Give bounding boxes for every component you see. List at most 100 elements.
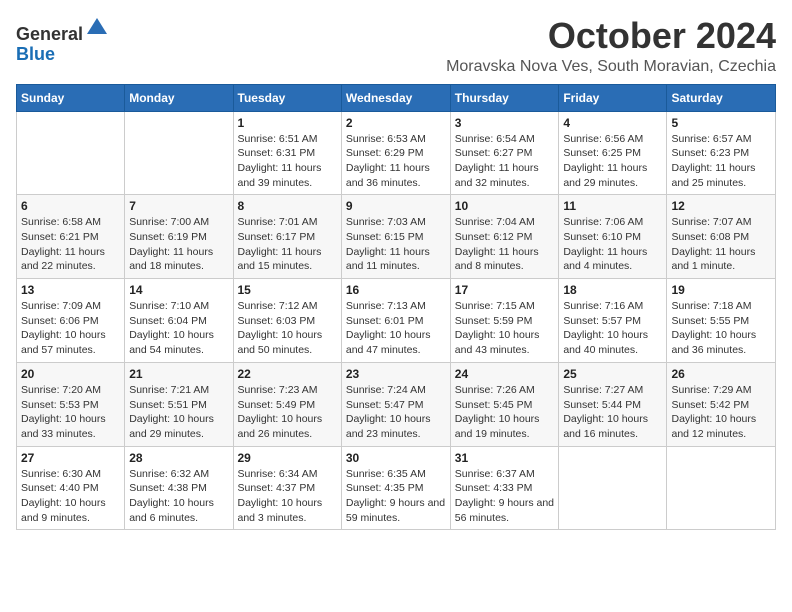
day-number: 14 [129, 283, 228, 297]
day-number: 19 [671, 283, 771, 297]
page-header: General Blue October 2024 Moravska Nova … [16, 16, 776, 76]
day-number: 21 [129, 367, 228, 381]
day-number: 29 [238, 451, 337, 465]
day-info: Sunrise: 7:06 AM Sunset: 6:10 PM Dayligh… [563, 215, 662, 274]
day-info: Sunrise: 7:26 AM Sunset: 5:45 PM Dayligh… [455, 383, 555, 442]
calendar-cell: 22 Sunrise: 7:23 AM Sunset: 5:49 PM Dayli… [233, 362, 341, 446]
day-number: 26 [671, 367, 771, 381]
day-number: 12 [671, 199, 771, 213]
location-title: Moravska Nova Ves, South Moravian, Czech… [446, 58, 776, 76]
day-number: 2 [346, 116, 446, 130]
calendar-cell [17, 111, 125, 195]
calendar-cell: 3 Sunrise: 6:54 AM Sunset: 6:27 PM Daylig… [450, 111, 559, 195]
calendar-header-row: SundayMondayTuesdayWednesdayThursdayFrid… [17, 84, 776, 111]
calendar-cell: 4 Sunrise: 6:56 AM Sunset: 6:25 PM Daylig… [559, 111, 667, 195]
day-info: Sunrise: 6:30 AM Sunset: 4:40 PM Dayligh… [21, 467, 120, 526]
day-number: 13 [21, 283, 120, 297]
day-number: 23 [346, 367, 446, 381]
day-info: Sunrise: 7:04 AM Sunset: 6:12 PM Dayligh… [455, 215, 555, 274]
calendar-cell: 19 Sunrise: 7:18 AM Sunset: 5:55 PM Dayli… [667, 279, 776, 363]
calendar-cell: 26 Sunrise: 7:29 AM Sunset: 5:42 PM Dayli… [667, 362, 776, 446]
calendar-cell: 8 Sunrise: 7:01 AM Sunset: 6:17 PM Daylig… [233, 195, 341, 279]
day-info: Sunrise: 7:12 AM Sunset: 6:03 PM Dayligh… [238, 299, 337, 358]
calendar-cell: 9Sunrise: 7:03 AM Sunset: 6:15 PM Daylig… [341, 195, 450, 279]
calendar-cell [125, 111, 233, 195]
calendar-cell: 15 Sunrise: 7:12 AM Sunset: 6:03 PM Dayli… [233, 279, 341, 363]
day-info: Sunrise: 6:53 AM Sunset: 6:29 PM Dayligh… [346, 132, 446, 191]
logo-general: General [16, 24, 83, 44]
day-info: Sunrise: 7:23 AM Sunset: 5:49 PM Dayligh… [238, 383, 337, 442]
day-number: 31 [455, 451, 555, 465]
weekday-header: Monday [125, 84, 233, 111]
calendar-cell: 18Sunrise: 7:16 AM Sunset: 5:57 PM Dayli… [559, 279, 667, 363]
day-info: Sunrise: 7:10 AM Sunset: 6:04 PM Dayligh… [129, 299, 228, 358]
calendar-cell: 20 Sunrise: 7:20 AM Sunset: 5:53 PM Dayli… [17, 362, 125, 446]
day-number: 7 [129, 199, 228, 213]
calendar-cell: 24 Sunrise: 7:26 AM Sunset: 5:45 PM Dayli… [450, 362, 559, 446]
day-info: Sunrise: 7:07 AM Sunset: 6:08 PM Dayligh… [671, 215, 771, 274]
day-number: 11 [563, 199, 662, 213]
calendar-table: SundayMondayTuesdayWednesdayThursdayFrid… [16, 84, 776, 531]
day-info: Sunrise: 7:09 AM Sunset: 6:06 PM Dayligh… [21, 299, 120, 358]
day-info: Sunrise: 7:29 AM Sunset: 5:42 PM Dayligh… [671, 383, 771, 442]
calendar-cell: 2 Sunrise: 6:53 AM Sunset: 6:29 PM Daylig… [341, 111, 450, 195]
day-number: 15 [238, 283, 337, 297]
calendar-week-row: 20 Sunrise: 7:20 AM Sunset: 5:53 PM Dayli… [17, 362, 776, 446]
day-info: Sunrise: 7:03 AM Sunset: 6:15 PM Dayligh… [346, 215, 446, 274]
day-info: Sunrise: 6:37 AM Sunset: 4:33 PM Dayligh… [455, 467, 555, 526]
day-number: 27 [21, 451, 120, 465]
month-title: October 2024 [446, 16, 776, 56]
calendar-cell: 23 Sunrise: 7:24 AM Sunset: 5:47 PM Dayli… [341, 362, 450, 446]
day-info: Sunrise: 6:35 AM Sunset: 4:35 PM Dayligh… [346, 467, 446, 526]
day-number: 4 [563, 116, 662, 130]
calendar-cell: 16 Sunrise: 7:13 AM Sunset: 6:01 PM Dayli… [341, 279, 450, 363]
calendar-cell: 31 Sunrise: 6:37 AM Sunset: 4:33 PM Dayli… [450, 446, 559, 530]
calendar-cell: 30 Sunrise: 6:35 AM Sunset: 4:35 PM Dayli… [341, 446, 450, 530]
day-number: 30 [346, 451, 446, 465]
day-info: Sunrise: 7:24 AM Sunset: 5:47 PM Dayligh… [346, 383, 446, 442]
calendar-cell: 12 Sunrise: 7:07 AM Sunset: 6:08 PM Dayli… [667, 195, 776, 279]
weekday-header: Saturday [667, 84, 776, 111]
calendar-cell: 13 Sunrise: 7:09 AM Sunset: 6:06 PM Dayli… [17, 279, 125, 363]
calendar-cell: 17 Sunrise: 7:15 AM Sunset: 5:59 PM Dayli… [450, 279, 559, 363]
day-number: 20 [21, 367, 120, 381]
day-number: 22 [238, 367, 337, 381]
calendar-cell: 29 Sunrise: 6:34 AM Sunset: 4:37 PM Dayli… [233, 446, 341, 530]
day-number: 8 [238, 199, 337, 213]
calendar-cell: 1Sunrise: 6:51 AM Sunset: 6:31 PM Daylig… [233, 111, 341, 195]
day-number: 5 [671, 116, 771, 130]
day-info: Sunrise: 7:21 AM Sunset: 5:51 PM Dayligh… [129, 383, 228, 442]
calendar-week-row: 27 Sunrise: 6:30 AM Sunset: 4:40 PM Dayli… [17, 446, 776, 530]
day-number: 17 [455, 283, 555, 297]
day-info: Sunrise: 6:32 AM Sunset: 4:38 PM Dayligh… [129, 467, 228, 526]
calendar-cell: 25Sunrise: 7:27 AM Sunset: 5:44 PM Dayli… [559, 362, 667, 446]
day-info: Sunrise: 7:15 AM Sunset: 5:59 PM Dayligh… [455, 299, 555, 358]
day-info: Sunrise: 6:54 AM Sunset: 6:27 PM Dayligh… [455, 132, 555, 191]
day-number: 6 [21, 199, 120, 213]
day-number: 3 [455, 116, 555, 130]
day-info: Sunrise: 6:56 AM Sunset: 6:25 PM Dayligh… [563, 132, 662, 191]
day-info: Sunrise: 7:20 AM Sunset: 5:53 PM Dayligh… [21, 383, 120, 442]
weekday-header: Tuesday [233, 84, 341, 111]
calendar-cell: 6 Sunrise: 6:58 AM Sunset: 6:21 PM Daylig… [17, 195, 125, 279]
day-number: 18 [563, 283, 662, 297]
day-number: 10 [455, 199, 555, 213]
weekday-header: Wednesday [341, 84, 450, 111]
calendar-cell [559, 446, 667, 530]
day-info: Sunrise: 6:34 AM Sunset: 4:37 PM Dayligh… [238, 467, 337, 526]
day-number: 16 [346, 283, 446, 297]
calendar-cell: 7 Sunrise: 7:00 AM Sunset: 6:19 PM Daylig… [125, 195, 233, 279]
logo-icon [85, 16, 109, 40]
calendar-week-row: 13 Sunrise: 7:09 AM Sunset: 6:06 PM Dayli… [17, 279, 776, 363]
day-info: Sunrise: 7:27 AM Sunset: 5:44 PM Dayligh… [563, 383, 662, 442]
day-info: Sunrise: 7:01 AM Sunset: 6:17 PM Dayligh… [238, 215, 337, 274]
day-info: Sunrise: 7:18 AM Sunset: 5:55 PM Dayligh… [671, 299, 771, 358]
day-number: 24 [455, 367, 555, 381]
day-info: Sunrise: 7:00 AM Sunset: 6:19 PM Dayligh… [129, 215, 228, 274]
day-info: Sunrise: 7:13 AM Sunset: 6:01 PM Dayligh… [346, 299, 446, 358]
weekday-header: Friday [559, 84, 667, 111]
logo: General Blue [16, 16, 109, 65]
day-info: Sunrise: 6:58 AM Sunset: 6:21 PM Dayligh… [21, 215, 120, 274]
calendar-cell: 27 Sunrise: 6:30 AM Sunset: 4:40 PM Dayli… [17, 446, 125, 530]
weekday-header: Thursday [450, 84, 559, 111]
